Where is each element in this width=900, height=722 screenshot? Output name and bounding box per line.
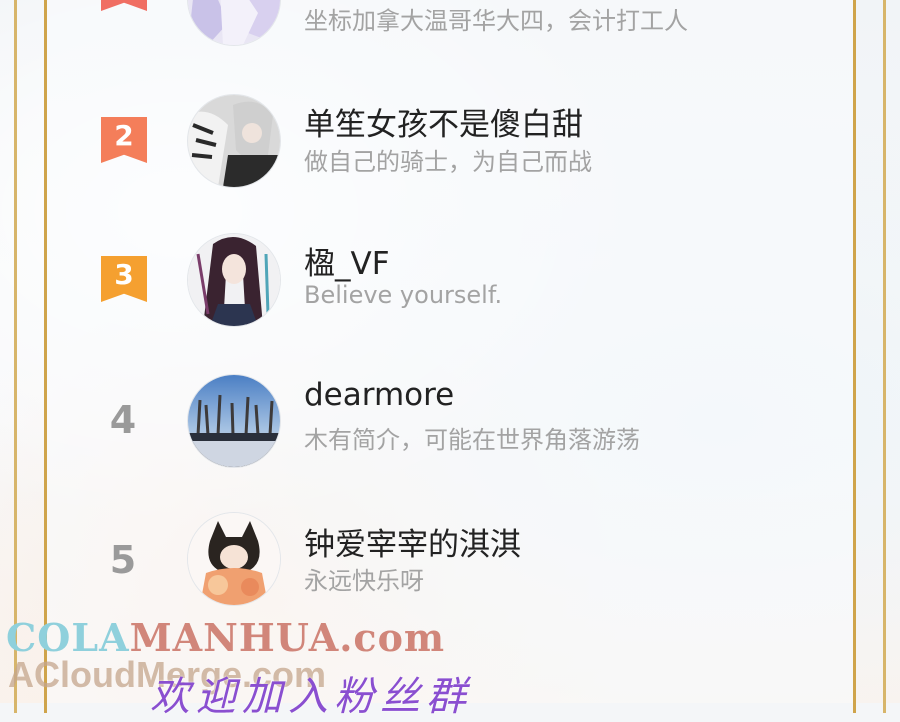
user-bio: 做自己的骑士，为自己而战 <box>304 148 592 176</box>
long-hair-anime-avatar-icon <box>188 234 280 326</box>
rank-number: 2 <box>114 119 134 152</box>
anime-purple-hair-avatar-icon <box>188 0 280 45</box>
user-bio: 木有简介，可能在世界角落游荡 <box>304 426 640 454</box>
user-avatar[interactable] <box>188 0 280 45</box>
user-name: dearmore <box>304 377 455 413</box>
chibi-cat-ear-avatar-icon <box>188 513 280 605</box>
fan-group-banner: 欢迎加入粉丝群 <box>150 674 472 720</box>
rank-badge-1: 1 <box>101 0 147 11</box>
user-bio: Believe yourself. <box>304 281 503 309</box>
ranking-row-1: 1 坐标加拿大温哥华大四，会计打工人 <box>0 0 900 65</box>
user-name: 单笙女孩不是傻白甜 <box>304 107 583 143</box>
user-avatar[interactable] <box>188 375 280 467</box>
ranking-row-4: 4 dearmore 木有简介，可能在世界角落游荡 <box>0 373 900 473</box>
winter-trees-photo-avatar-icon <box>188 375 280 467</box>
user-name: 楹_VF <box>304 246 390 282</box>
ranking-row-5: 5 钟爱宰宰的淇淇 永远快乐呀 <box>0 513 900 613</box>
user-avatar[interactable] <box>188 513 280 605</box>
user-name: 钟爱宰宰的淇淇 <box>304 527 521 563</box>
white-tiger-anime-avatar-icon <box>188 95 280 187</box>
ranking-row-2: 2 单笙女孩不是傻白甜 做自己的骑士，为自己而战 <box>0 95 900 195</box>
rank-badge-3: 3 <box>101 256 147 302</box>
rank-number: 5 <box>109 538 137 582</box>
rank-badge-2: 2 <box>101 117 147 163</box>
user-avatar[interactable] <box>188 95 280 187</box>
rank-number: 4 <box>109 398 137 442</box>
ranking-row-3: 3 楹_VF Believe yourself. <box>0 234 900 334</box>
user-bio: 永远快乐呀 <box>304 567 424 595</box>
user-avatar[interactable] <box>188 234 280 326</box>
user-bio: 坐标加拿大温哥华大四，会计打工人 <box>304 7 688 35</box>
rank-number: 3 <box>114 258 134 291</box>
